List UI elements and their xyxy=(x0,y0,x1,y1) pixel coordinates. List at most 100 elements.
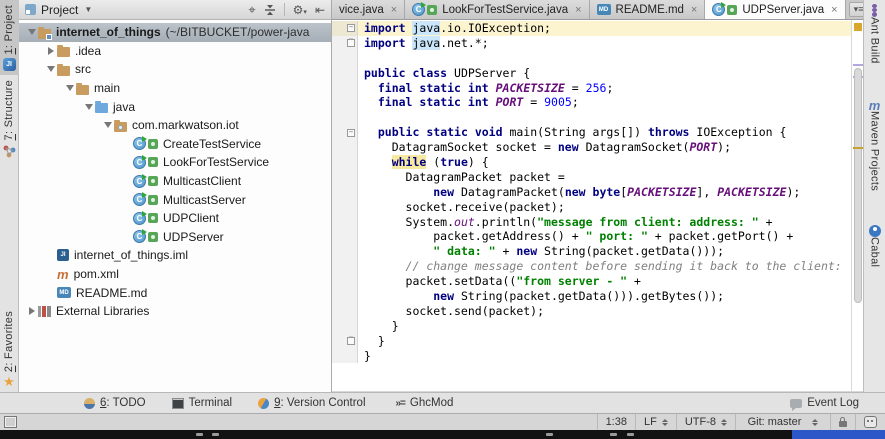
editor-gutter xyxy=(332,289,358,304)
fold-marker-start[interactable]: − xyxy=(347,24,355,33)
code-text[interactable]: packet.getAddress() + " port: " + packet… xyxy=(358,229,851,244)
code-text[interactable]: final static int PORT = 9005; xyxy=(358,95,851,110)
tree-item-lookfortestservice[interactable]: C LookForTestService xyxy=(19,153,331,172)
tree-item-multicastclient[interactable]: C MulticastClient xyxy=(19,172,331,191)
project-panel-title[interactable]: Project xyxy=(41,3,78,17)
tab-vice-java[interactable]: vice.java × xyxy=(332,0,406,19)
tree-item-icon: m xyxy=(57,268,69,281)
code-text[interactable]: import java.net.*; xyxy=(358,35,851,51)
code-text[interactable]: DatagramSocket socket = new DatagramSock… xyxy=(358,140,851,155)
tree-expand-arrow[interactable] xyxy=(63,85,76,92)
stripe-mark xyxy=(853,64,863,66)
scrollbar-thumb[interactable] xyxy=(854,68,862,303)
settings-gear-icon[interactable]: ⚙▾ xyxy=(293,3,307,17)
public-lock-icon xyxy=(727,4,738,15)
tree-item-external-libraries[interactable]: External Libraries xyxy=(19,302,331,321)
code-text[interactable]: public class UDPServer { xyxy=(358,66,851,81)
code-text[interactable] xyxy=(358,51,851,66)
tool-stripe-button-cabal[interactable]: Cabal xyxy=(868,221,881,271)
tree-item-internet-of-things-iml[interactable]: JI internet_of_things.iml xyxy=(19,246,331,265)
event-log-button[interactable]: Event Log xyxy=(790,397,859,411)
package-icon xyxy=(114,119,127,132)
tree-item-src[interactable]: src xyxy=(19,60,331,79)
tree-expand-arrow[interactable] xyxy=(25,29,38,36)
caret-position[interactable]: 1:38 xyxy=(596,414,635,430)
code-text[interactable]: new DatagramPacket(new byte[PACKETSIZE],… xyxy=(358,185,851,200)
tab-readme-md[interactable]: MD README.md × xyxy=(589,0,706,19)
tree-expand-arrow[interactable] xyxy=(25,307,38,316)
locate-icon[interactable]: ⌖ xyxy=(248,2,255,18)
tree-item-createtestservice[interactable]: C CreateTestService xyxy=(19,135,331,154)
highlighting-level-button[interactable] xyxy=(855,414,885,430)
tree-expand-arrow[interactable] xyxy=(44,46,57,55)
code-line-15: packet.getAddress() + " port: " + packet… xyxy=(332,229,851,245)
tool-stripe-label: 2: Favorites xyxy=(3,310,15,372)
tab-lookfortestservice-java[interactable]: C LookForTestService.java × xyxy=(405,0,590,19)
tool-window-button-label: GhcMod xyxy=(409,397,454,409)
close-icon[interactable]: × xyxy=(575,4,581,16)
code-text[interactable]: while (true) { xyxy=(358,155,851,170)
tree-item-icon: C xyxy=(133,136,158,151)
tool-stripe-button-maven-projects[interactable]: m Maven Projects xyxy=(869,96,881,195)
tree-item-pom-xml[interactable]: m pom.xml xyxy=(19,265,331,284)
code-text[interactable]: } xyxy=(358,349,851,364)
fold-marker-start[interactable]: − xyxy=(347,128,355,137)
code-line-14: System.out.println("message from client:… xyxy=(332,214,851,230)
close-icon[interactable]: × xyxy=(391,4,397,16)
tool-window-button-label: Terminal xyxy=(188,397,233,409)
code-text[interactable]: socket.receive(packet); xyxy=(358,200,851,215)
inspection-status-icon[interactable] xyxy=(854,23,862,31)
tree-item-main[interactable]: main xyxy=(19,79,331,98)
tree-expand-arrow[interactable] xyxy=(82,103,95,110)
tool-stripe-label: Cabal xyxy=(868,236,881,267)
encoding-selector[interactable]: UTF-8 xyxy=(675,414,735,430)
tree-item-readme-md[interactable]: MD README.md xyxy=(19,283,331,302)
vcs-branch-selector[interactable]: Git: master xyxy=(735,414,830,430)
code-text[interactable]: import java.io.IOException; xyxy=(358,21,851,36)
fold-marker-end[interactable]: ‾ xyxy=(347,337,355,346)
code-text[interactable]: final static int PACKETSIZE = 256; xyxy=(358,81,851,96)
code-text[interactable]: // change message content before sending… xyxy=(358,259,851,274)
code-text[interactable]: socket.send(packet); xyxy=(358,304,851,319)
code-line-9: DatagramSocket socket = new DatagramSock… xyxy=(332,140,851,156)
tree-item-com-markwatson-iot[interactable]: com.markwatson.iot xyxy=(19,116,331,135)
chevron-down-icon xyxy=(65,85,74,92)
tool-stripe-button-favorites[interactable]: 2: Favorites ★ xyxy=(0,306,19,392)
tab-udpserver-java[interactable]: C UDPServer.java × xyxy=(705,0,846,19)
code-text[interactable] xyxy=(358,110,851,125)
readonly-lock-toggle[interactable] xyxy=(830,414,855,430)
code-text[interactable]: System.out.println("message from client:… xyxy=(358,215,851,230)
tree-item-java[interactable]: java xyxy=(19,97,331,116)
tool-stripe-button-project[interactable]: 1: Project JI xyxy=(0,0,19,76)
class-c-icon: C xyxy=(133,210,147,225)
code-text[interactable]: " data: " + new String(packet.getData())… xyxy=(358,244,851,259)
fold-marker-end[interactable]: ‾ xyxy=(347,39,355,48)
tree-item-udpclient[interactable]: C UDPClient xyxy=(19,209,331,228)
tool-stripe-button-structure[interactable]: 7: Structure xyxy=(0,75,19,161)
code-text[interactable]: } xyxy=(358,334,851,349)
tree-item-idea[interactable]: .idea xyxy=(19,42,331,61)
tool-window-button-version-control[interactable]: 9: Version Control xyxy=(258,397,366,409)
toggle-stripes-icon[interactable] xyxy=(4,416,17,428)
tool-stripe-button-ant-build[interactable]: Ant Build xyxy=(869,0,881,68)
close-icon[interactable]: × xyxy=(831,4,837,16)
tree-expand-arrow[interactable] xyxy=(101,122,114,129)
code-text[interactable]: public static void main(String args[]) t… xyxy=(358,125,851,140)
tree-expand-arrow[interactable] xyxy=(44,66,57,73)
line-separator-selector[interactable]: LF xyxy=(634,414,676,430)
code-editor[interactable]: − import java.io.IOException; ‾ import java… xyxy=(332,20,851,391)
hide-panel-icon[interactable]: ⇤ xyxy=(315,3,325,17)
code-text[interactable]: } xyxy=(358,319,851,334)
dropdown-caret-icon[interactable]: ▼ xyxy=(84,5,92,14)
code-text[interactable]: packet.setData(("from server - " + xyxy=(358,274,851,289)
tool-window-button-todo[interactable]: 6: TODO xyxy=(84,397,146,409)
tool-window-button-terminal[interactable]: Terminal xyxy=(171,397,233,409)
tree-item-multicastserver[interactable]: C MulticastServer xyxy=(19,190,331,209)
close-icon[interactable]: × xyxy=(691,4,697,16)
code-text[interactable]: DatagramPacket packet = xyxy=(358,170,851,185)
collapse-all-icon[interactable] xyxy=(264,4,276,16)
tree-item-udpserver[interactable]: C UDPServer xyxy=(19,228,331,247)
code-text[interactable]: new String(packet.getData())).getBytes()… xyxy=(358,289,851,304)
tool-window-button-ghcmod[interactable]: »= GhcMod xyxy=(396,397,454,409)
tree-item-internet-of-things[interactable]: internet_of_things (~/BITBUCKET/power-jav… xyxy=(19,23,331,42)
